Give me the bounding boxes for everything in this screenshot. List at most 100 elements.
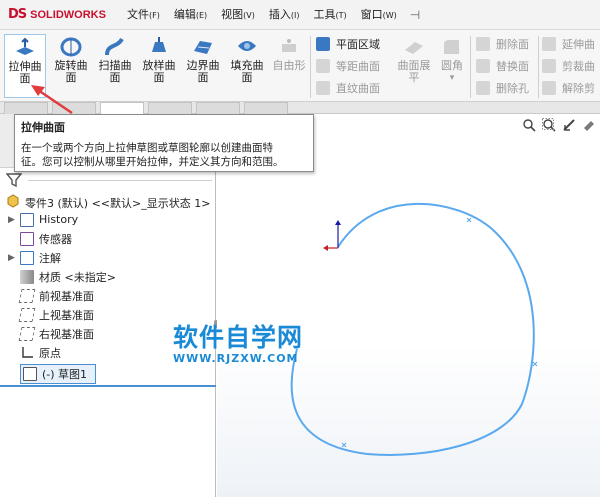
surfaces-ribbon: 拉伸曲 面 旋转曲 面 扫描曲 面 放样曲 面 边界曲 面 填充曲 面 自由形 …	[0, 30, 600, 102]
replace-face-icon	[476, 59, 490, 73]
tab-sheetmetal[interactable]	[148, 102, 192, 114]
freeform-button[interactable]: 自由形	[268, 34, 310, 98]
offset-surface-icon	[316, 59, 330, 73]
trim-surface-item[interactable]: 剪裁曲	[542, 56, 595, 76]
planar-surface-icon	[316, 37, 330, 51]
tree-item-label: 原点	[39, 346, 61, 360]
boundary-surface-icon	[190, 36, 216, 58]
tree-item-sketch1[interactable]: (-) 草图1	[8, 363, 97, 384]
replace-face-item[interactable]: 替换面	[476, 56, 529, 76]
tree-item-annotations[interactable]: ▶ 注解	[8, 248, 61, 267]
menu-file[interactable]: 文件(F)	[120, 0, 167, 30]
delete-face-icon	[476, 37, 490, 51]
extend-surface-item[interactable]: 延伸曲	[542, 34, 595, 54]
fillet-dropdown-icon[interactable]: ▾	[434, 72, 470, 84]
tree-item-label: 上视基准面	[39, 308, 94, 322]
boundary-surface-label-2: 面	[197, 71, 209, 84]
replace-face-label: 替换面	[496, 60, 529, 73]
watermark-sub: WWW.RJZXW.COM	[173, 352, 299, 365]
part-root-label: 零件3 (默认) <<默认>_显示状态 1>	[25, 196, 211, 210]
ruled-surface-item[interactable]: 直纹曲面	[316, 78, 380, 98]
tree-item-front-plane[interactable]: 前视基准面	[8, 286, 94, 305]
ds-logo: DS	[8, 7, 27, 22]
delete-hole-label: 删除孔	[496, 82, 529, 95]
surface-flatten-label-2: 平	[408, 71, 420, 84]
filter-icon[interactable]	[5, 172, 23, 192]
ribbon-divider-3	[538, 36, 539, 98]
brand-logo: DS SOLIDWORKS	[0, 7, 120, 22]
sketch-icon	[23, 366, 37, 381]
tree-item-history[interactable]: ▶ History	[8, 210, 78, 229]
origin-icon	[20, 346, 34, 360]
heads-up-view-toolbar	[522, 118, 596, 132]
tab-features[interactable]	[4, 102, 48, 114]
zoom-to-fit-icon[interactable]	[522, 118, 536, 132]
tree-item-origin[interactable]: 原点	[8, 343, 61, 362]
fillet-icon	[439, 36, 465, 58]
fillet-button[interactable]: 圆角 ▾	[434, 34, 470, 98]
tab-annotation[interactable]	[244, 102, 288, 114]
untrim-surface-item[interactable]: 解除剪	[542, 78, 595, 98]
origin-triad-icon	[323, 220, 341, 251]
offset-surface-item[interactable]: 等距曲面	[316, 56, 380, 76]
ruled-surface-label: 直纹曲面	[336, 82, 380, 95]
trim-surface-icon	[542, 59, 556, 73]
menu-edit[interactable]: 编辑(E)	[167, 0, 214, 30]
extruded-surface-button[interactable]: 拉伸曲 面	[4, 34, 46, 98]
pin-icon[interactable]: ⊣	[410, 8, 420, 22]
tab-sketch[interactable]	[52, 102, 96, 114]
rollback-bar[interactable]	[0, 385, 216, 387]
part-root[interactable]: 零件3 (默认) <<默认>_显示状态 1>	[6, 194, 210, 211]
tree-item-label: History	[39, 213, 79, 226]
tree-item-right-plane[interactable]: 右视基准面	[8, 324, 94, 343]
revolved-surface-button[interactable]: 旋转曲 面	[50, 34, 92, 98]
menu-window[interactable]: 窗口(W)	[354, 0, 404, 30]
menu-view[interactable]: 视图(V)	[214, 0, 262, 30]
revolved-surface-icon	[58, 36, 84, 58]
swept-surface-label-2: 面	[109, 71, 121, 84]
menu-tools[interactable]: 工具(T)	[306, 0, 353, 30]
tab-weldments[interactable]	[196, 102, 240, 114]
extruded-surface-label-2: 面	[19, 72, 31, 85]
expand-arrow-icon[interactable]: ▶	[8, 215, 20, 225]
command-tooltip: 拉伸曲面 在一个或两个方向上拉伸草图或草图轮廓以创建曲面特 征。您可以控制从哪里…	[14, 114, 314, 172]
zoom-to-area-icon[interactable]	[542, 118, 556, 132]
tree-item-material[interactable]: 材质 <未指定>	[8, 267, 116, 286]
fillet-label: 圆角	[441, 59, 463, 72]
ruled-surface-icon	[316, 81, 330, 95]
revolved-surface-label-2: 面	[65, 71, 77, 84]
delete-face-item[interactable]: 删除面	[476, 34, 529, 54]
ribbon-divider-2	[470, 36, 471, 98]
extend-surface-label: 延伸曲	[562, 38, 595, 51]
filled-surface-button[interactable]: 填充曲 面	[226, 34, 268, 98]
offset-surface-label: 等距曲面	[336, 60, 380, 73]
trim-surface-label: 剪裁曲	[562, 60, 595, 73]
tab-surfaces[interactable]	[100, 102, 144, 114]
delete-hole-icon	[476, 81, 490, 95]
expand-arrow-icon[interactable]: ▶	[8, 253, 20, 263]
lofted-surface-button[interactable]: 放样曲 面	[138, 34, 180, 98]
filter-divider	[28, 180, 212, 181]
tree-item-top-plane[interactable]: 上视基准面	[8, 305, 94, 324]
boundary-surface-button[interactable]: 边界曲 面	[182, 34, 224, 98]
delete-hole-item[interactable]: 删除孔	[476, 78, 529, 98]
tree-item-label: 材质 <未指定>	[39, 270, 116, 284]
section-view-icon[interactable]	[582, 118, 596, 132]
previous-view-icon[interactable]	[562, 118, 576, 132]
watermark-main: 软件自学网	[173, 323, 304, 352]
tree-item-label: 传感器	[39, 232, 72, 246]
tree-item-label: 注解	[39, 251, 61, 265]
plane-icon	[18, 307, 36, 322]
untrim-surface-label: 解除剪	[562, 82, 595, 95]
tree-item-label: 右视基准面	[39, 327, 94, 341]
swept-surface-button[interactable]: 扫描曲 面	[94, 34, 136, 98]
surface-flatten-button[interactable]: 曲面展 平	[394, 34, 434, 98]
extend-surface-icon	[542, 37, 556, 51]
tree-item-sensors[interactable]: 传感器	[8, 229, 72, 248]
planar-surface-label: 平面区域	[336, 38, 380, 51]
filled-surface-label-2: 面	[241, 71, 253, 84]
history-icon	[20, 212, 34, 227]
extruded-surface-icon	[12, 37, 38, 59]
menu-insert[interactable]: 插入(I)	[262, 0, 307, 30]
planar-surface-item[interactable]: 平面区域	[316, 34, 380, 54]
